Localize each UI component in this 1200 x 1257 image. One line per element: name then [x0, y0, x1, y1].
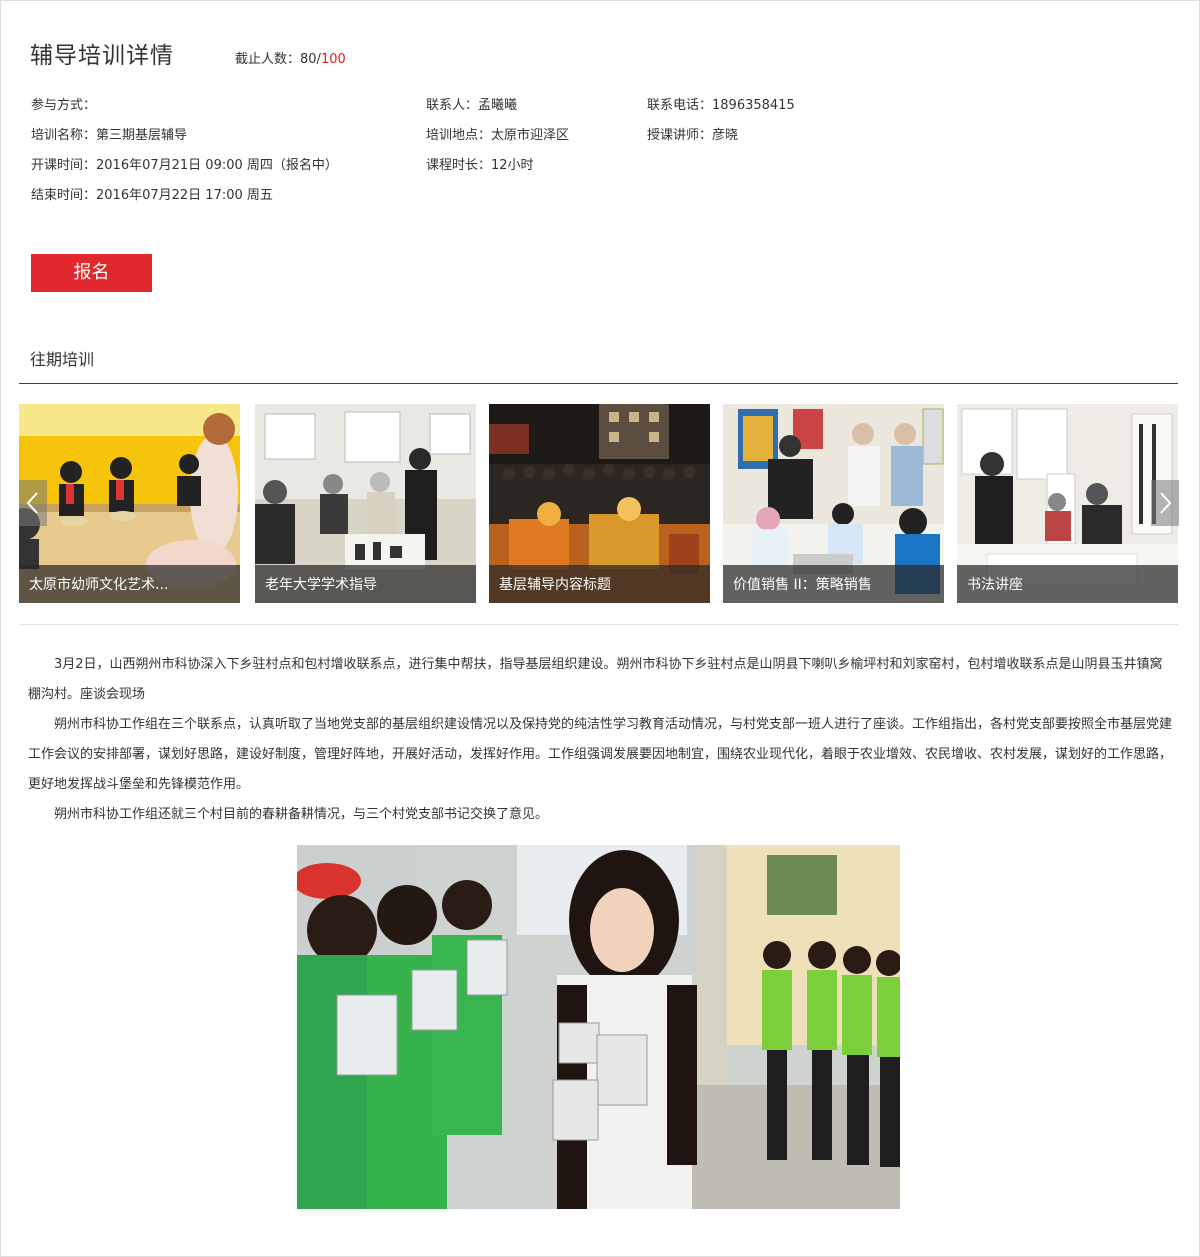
article-paragraph: 朔州市科协工作组还就三个村目前的春耕备耕情况，与三个村党支部书记交换了意见。	[54, 807, 549, 822]
carousel-next-button[interactable]	[1151, 480, 1179, 526]
info-duration: 课程时长：12小时	[426, 158, 534, 173]
training-card[interactable]: 老年大学学术指导	[255, 404, 476, 603]
section-divider	[19, 383, 1178, 384]
info-contact-person: 联系人：孟曦曦	[426, 98, 518, 113]
quota-max: 100	[320, 52, 346, 67]
info-column-left: 参与方式： 培训名称：第三期基层辅导 开课时间：2016年07月21日 09:0…	[31, 96, 338, 216]
past-trainings-carousel: 太原市幼师文化艺术... 老年大学学术指导 基层辅导内容标题 价值销售 II：策…	[19, 404, 1179, 604]
info-participation: 参与方式：	[31, 98, 97, 113]
info-lecturer: 授课讲师：彦晓	[647, 128, 739, 143]
training-card[interactable]: 基层辅导内容标题	[489, 404, 710, 603]
photo-volunteers-group	[297, 845, 900, 1209]
chevron-right-icon	[1160, 492, 1172, 514]
quota-indicator: 截止人数：80/100	[235, 48, 346, 67]
info-phone: 联系电话：1896358415	[647, 98, 795, 113]
page-title: 辅导培训详情	[30, 43, 174, 69]
info-column-right: 联系电话：1896358415 授课讲师：彦晓	[647, 96, 795, 156]
past-trainings-title: 往期培训	[30, 350, 95, 369]
carousel-prev-button[interactable]	[19, 480, 47, 526]
info-location: 培训地点：太原市迎泽区	[426, 128, 570, 143]
card-caption: 太原市幼师文化艺术...	[29, 577, 169, 593]
card-caption: 老年大学学术指导	[265, 577, 377, 593]
training-card[interactable]: 书法讲座	[957, 404, 1178, 603]
article-paragraph: 朔州市科协工作组在三个联系点，认真听取了当地党支部的基层组织建设情况以及保持党的…	[28, 717, 1173, 792]
article-body: 3月2日，山西朔州市科协深入下乡驻村点和包村增收联系点，进行集中帮扶，指导基层组…	[28, 650, 1174, 830]
chevron-left-icon	[26, 492, 38, 514]
info-column-middle: 联系人：孟曦曦 培训地点：太原市迎泽区 课程时长：12小时	[426, 96, 569, 186]
info-training-name: 培训名称：第三期基层辅导	[31, 128, 188, 143]
card-caption: 书法讲座	[967, 577, 1023, 593]
training-card[interactable]: 太原市幼师文化艺术...	[19, 404, 240, 603]
card-caption: 基层辅导内容标题	[499, 577, 611, 593]
article-paragraph: 3月2日，山西朔州市科协深入下乡驻村点和包村增收联系点，进行集中帮扶，指导基层组…	[28, 657, 1163, 702]
quota-label: 截止人数：80/	[235, 52, 321, 67]
info-start-time: 开课时间：2016年07月21日 09:00 周四（报名中）	[31, 158, 338, 173]
article-photo	[297, 845, 900, 1209]
info-end-time: 结束时间：2016年07月22日 17:00 周五	[31, 188, 273, 203]
content-divider	[19, 624, 1178, 625]
training-card[interactable]: 价值销售 II：策略销售	[723, 404, 944, 603]
signup-button[interactable]: 报名	[31, 254, 152, 292]
card-caption: 价值销售 II：策略销售	[733, 577, 872, 593]
